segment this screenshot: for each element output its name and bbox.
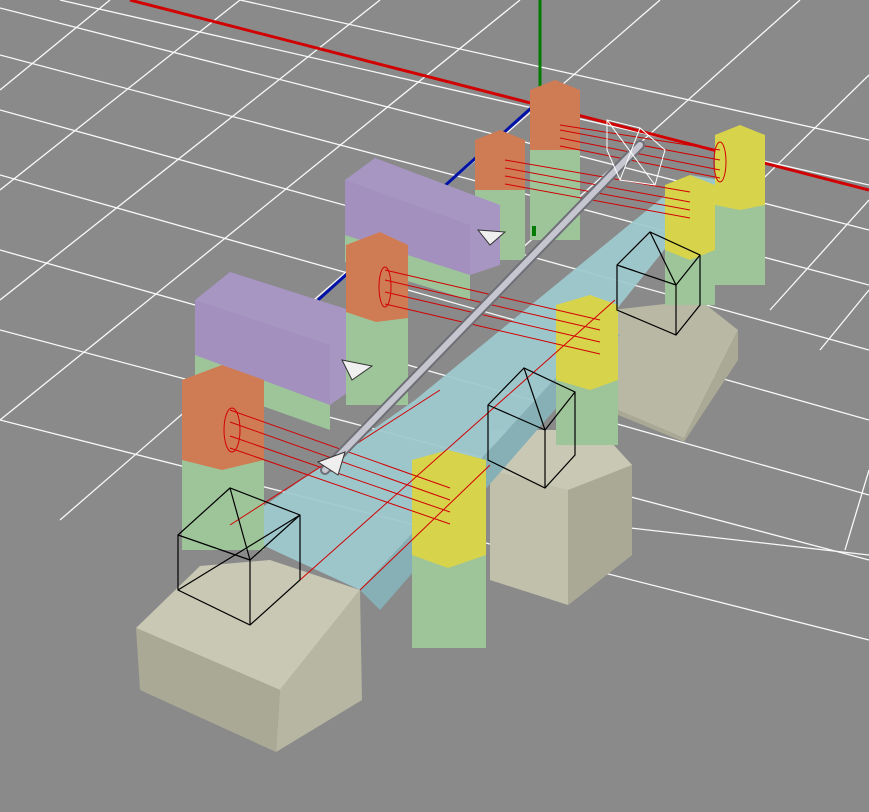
pillar-orange-middle[interactable] [346, 232, 408, 405]
pillar-back-right[interactable] [715, 125, 765, 285]
3d-viewport[interactable] [0, 0, 869, 812]
pivot-marker [532, 226, 536, 236]
pillar-back-mid[interactable] [665, 175, 715, 305]
pillar-orange-front[interactable] [182, 365, 264, 550]
pillar-yellow-middle[interactable] [556, 295, 618, 445]
scene-canvas[interactable] [0, 0, 869, 812]
